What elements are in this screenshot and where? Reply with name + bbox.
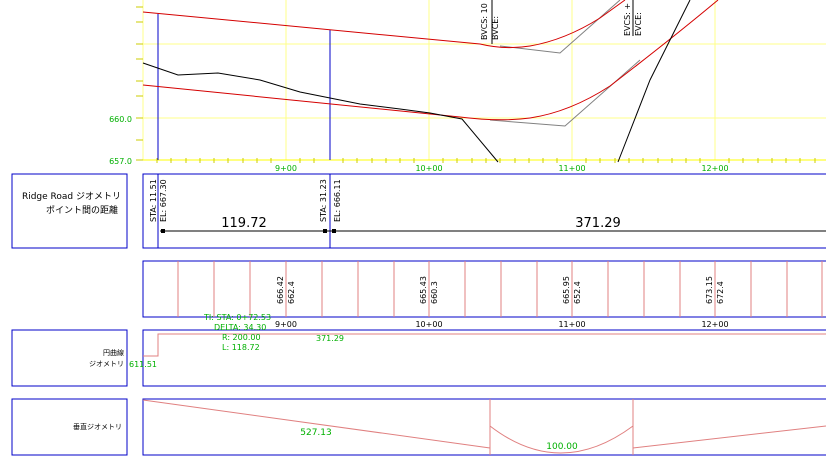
vertical-grade-line-2[interactable] (632, 425, 826, 449)
elevation-pair-3-top: 665.95 (562, 276, 571, 304)
existing-ground-line[interactable] (142, 62, 499, 163)
horizontal-title-line1: 円曲線 (103, 348, 124, 357)
geometry-title-line2: ポイント間の距離 (46, 204, 118, 216)
geometry-title-line1: Ridge Road ジオメトリ (22, 191, 121, 202)
point1-el-label: EL: 667.30 (159, 179, 168, 222)
station-label-12: 12+00 (701, 164, 728, 173)
band-station-label-9: 9+00 (275, 320, 297, 329)
point2-sta-label: STA: 31.23 (319, 179, 328, 222)
vertical-grade-line-1[interactable] (142, 399, 491, 449)
point2-el-label: EL: 666.11 (333, 179, 342, 222)
vertical-title: 垂直ジオメトリ (73, 422, 122, 431)
curve-radius: R: 200.00 (222, 333, 261, 342)
curve-length-label: 100.00 (546, 442, 578, 452)
elevation-pair-2-top: 665.43 (419, 276, 428, 304)
horizontal-start-value: 611.51 (129, 360, 157, 369)
elevation-pair-1-bottom: 662.4 (287, 281, 296, 304)
band-station-label-12: 12+00 (701, 320, 728, 329)
profile-view: 660.0 657.0 9+00 10+00 11+00 12+00 BVCS:… (109, 0, 826, 173)
curve-delta: DELTA: 34.30 (214, 323, 266, 332)
elevation-pair-4-top: 673.15 (705, 276, 714, 304)
curve-ti-sta: TI: STA: 0+72.53 (203, 313, 271, 322)
offset-profile-upper[interactable] (142, 0, 626, 49)
elevation-pair-2-bottom: 660.3 (430, 281, 439, 304)
design-profile-line-lower[interactable] (489, 59, 641, 127)
station-label-10: 10+00 (415, 164, 442, 173)
vertical-geometry-band: 垂直ジオメトリ 527.13 100.00 (11, 398, 826, 456)
dimension-tick-3 (332, 229, 336, 233)
point1-sta-label: STA: 11.51 (149, 179, 158, 222)
elevation-axis-ticks (136, 6, 143, 161)
drawing-canvas[interactable]: 660.0 657.0 9+00 10+00 11+00 12+00 BVCS:… (0, 0, 826, 474)
elevation-pair-1-top: 666.42 (276, 276, 285, 304)
elevation-band-ticks (177, 261, 823, 317)
bvcs-label: BVCS: 10 (480, 3, 489, 40)
bvce-label: BVCE: (491, 16, 500, 40)
horizontal-title-line2: ジオメトリ (89, 360, 124, 368)
elevation-label-657: 657.0 (109, 157, 132, 166)
tangent-length: 371.29 (316, 334, 344, 343)
evce-label: EVCE: (634, 12, 643, 36)
station-label-11: 11+00 (558, 164, 585, 173)
dimension-tick-2 (323, 229, 327, 233)
curve-length: L: 118.72 (222, 343, 260, 352)
vertical-band-frame[interactable] (142, 398, 826, 456)
distance-2-label: 371.29 (575, 216, 621, 231)
design-profile-line[interactable] (499, 0, 621, 54)
geometry-distance-band: Ridge Road ジオメトリ ポイント間の距離 STA: 11.51 EL:… (11, 173, 826, 249)
elevation-pair-3-bottom: 652.4 (573, 281, 582, 304)
dimension-tick-1 (161, 229, 165, 233)
grade-length-label: 527.13 (300, 428, 332, 438)
band-station-label-10: 10+00 (415, 320, 442, 329)
station-label-9: 9+00 (275, 164, 297, 173)
geometry-band-frame[interactable] (142, 173, 826, 249)
elevation-label-660: 660.0 (109, 115, 132, 124)
horizontal-title-box[interactable] (11, 329, 128, 387)
distance-1-label: 119.72 (221, 216, 267, 231)
band-station-label-11: 11+00 (558, 320, 585, 329)
elevation-pair-4-bottom: 672.4 (716, 281, 725, 304)
evcs-label: EVCS: + (623, 3, 632, 36)
